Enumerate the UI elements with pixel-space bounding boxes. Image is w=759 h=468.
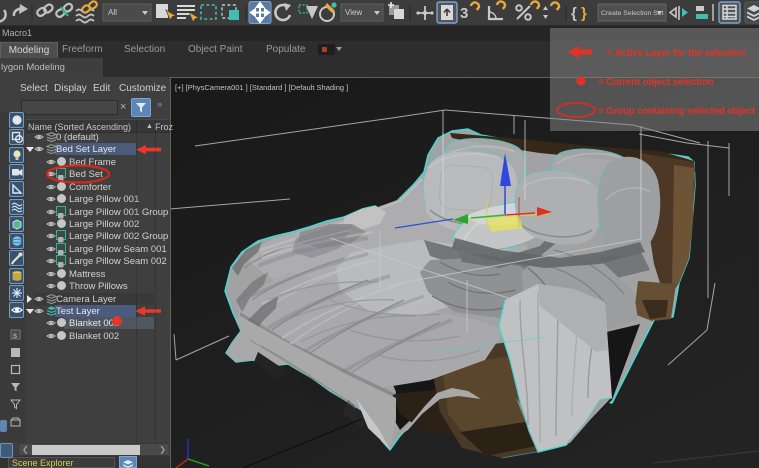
svg-text:= Active Layer for the selecti: = Active Layer for the selection xyxy=(607,48,746,59)
svg-text:All: All xyxy=(108,8,117,17)
svg-text:}: } xyxy=(581,5,587,22)
svg-text:3: 3 xyxy=(460,5,468,22)
svg-text:s: s xyxy=(13,331,17,340)
svg-text:{: { xyxy=(571,5,577,22)
svg-text:= Group containing selected ob: = Group containing selected object xyxy=(598,106,756,117)
svg-text:Create Selection Set: Create Selection Set xyxy=(601,10,663,17)
svg-text:= Current object selection: = Current object selection xyxy=(598,77,714,88)
svg-text:[+] [PhysCamera001 ] [Standard: [+] [PhysCamera001 ] [Standard ] [Defaul… xyxy=(175,83,348,92)
svg-text:View: View xyxy=(345,8,362,17)
